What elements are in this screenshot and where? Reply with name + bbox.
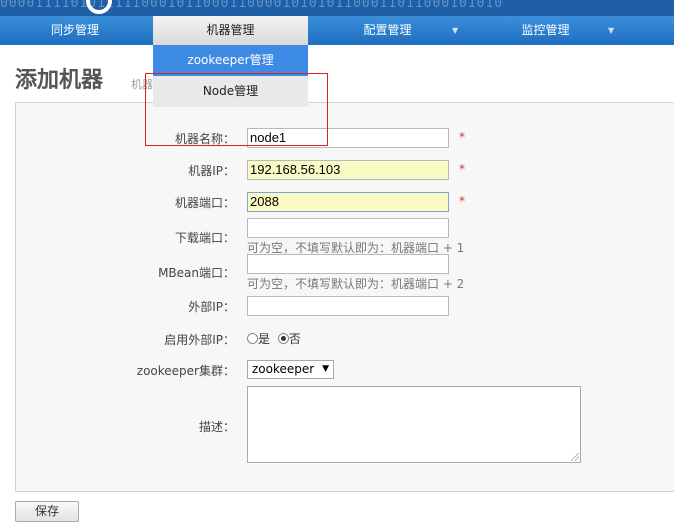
zk-cluster-select[interactable]: zookeeper ▼ [247, 360, 334, 379]
description-textarea[interactable] [247, 386, 581, 463]
nav-item-machine[interactable]: 机器管理 [153, 16, 308, 46]
use-external-ip-label: 启用外部IP： [164, 333, 235, 347]
caret-down-icon: ▼ [452, 26, 459, 35]
external-ip-input[interactable] [247, 296, 449, 316]
nav-item-label: 机器管理 [206, 23, 255, 37]
use-external-ip-radios: 是 否 [247, 330, 305, 347]
zk-cluster-label: zookeeper集群： [136, 364, 235, 378]
machine-ip-label: 机器IP： [188, 164, 235, 178]
caret-down-icon: ▼ [608, 26, 615, 35]
dropdown-arrow-icon: ▼ [322, 364, 329, 374]
download-port-input[interactable] [247, 218, 449, 238]
machine-port-label: 机器端口： [174, 196, 235, 210]
required-mark: * [459, 162, 465, 176]
zk-cluster-selected: zookeeper [252, 362, 315, 376]
mbean-port-hint: 可为空，不填写默认即为：机器端口 + 2 [247, 277, 465, 291]
nav-item-monitor[interactable]: 监控管理 ▼ [468, 16, 623, 45]
nav-item-label: 配置管理 [363, 23, 412, 37]
required-mark: * [459, 130, 465, 144]
machine-dropdown-menu: zookeeper管理 Node管理 [153, 45, 308, 107]
nav-item-label: 监控管理 [521, 23, 570, 37]
breadcrumb: 机器 [131, 78, 153, 91]
menu-item-zookeeper[interactable]: zookeeper管理 [153, 45, 308, 76]
required-mark: * [459, 194, 465, 208]
download-port-label: 下载端口： [174, 231, 235, 245]
nav-item-config[interactable]: 配置管理 ▼ [310, 16, 465, 45]
external-ip-label: 外部IP： [188, 300, 235, 314]
machine-name-input[interactable]: node1 [247, 128, 449, 148]
radio-no-label: 否 [288, 332, 301, 346]
resize-grip-icon[interactable] [571, 453, 579, 461]
mbean-port-input[interactable] [247, 254, 449, 274]
nav-item-label: 同步管理 [50, 23, 99, 37]
radio-yes[interactable] [247, 333, 258, 344]
mbean-port-label: MBean端口： [158, 266, 235, 280]
radio-no[interactable] [277, 333, 289, 344]
save-button[interactable]: 保存 [15, 501, 79, 522]
machine-port-input[interactable]: 2088 [247, 192, 449, 212]
page-title: 添加机器 [15, 68, 104, 93]
description-label: 描述： [198, 420, 235, 434]
radio-yes-label: 是 [258, 332, 271, 346]
main-navbar: 同步管理 机器管理 配置管理 ▼ 监控管理 ▼ [0, 16, 674, 46]
machine-ip-input[interactable]: 192.168.56.103 [247, 160, 449, 180]
header-banner: 0000111101011111000101100011000010101011… [0, 0, 674, 16]
machine-name-label: 机器名称： [174, 132, 235, 146]
nav-item-sync[interactable]: 同步管理 [0, 16, 150, 45]
menu-item-node[interactable]: Node管理 [153, 76, 308, 107]
